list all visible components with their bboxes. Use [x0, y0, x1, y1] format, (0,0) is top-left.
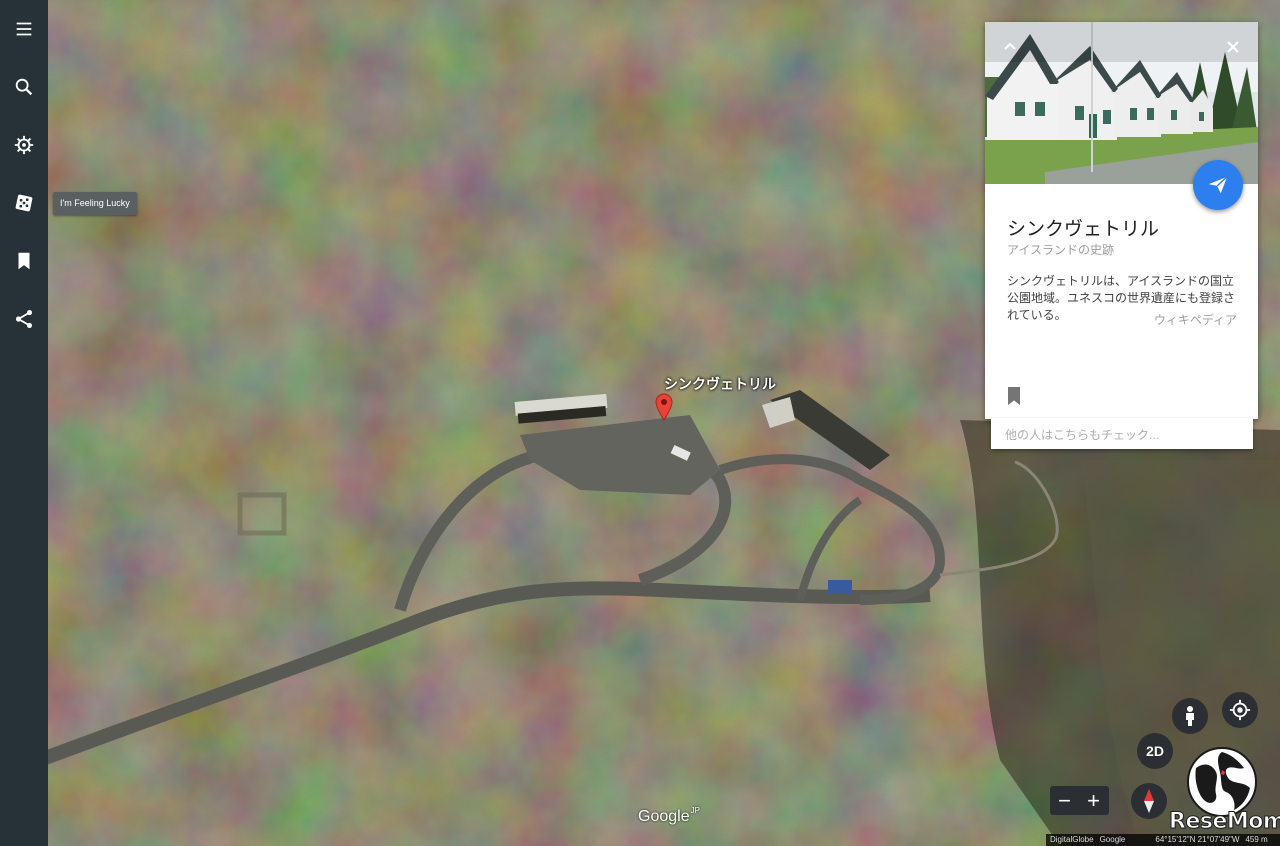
also-search-bar[interactable]: 他の人はこちらもチェック... — [991, 418, 1253, 449]
my-location-button[interactable] — [1222, 692, 1258, 728]
zoom-out-button[interactable]: − — [1050, 786, 1079, 815]
google-logo-region: JP — [690, 806, 700, 815]
google-logo-text: Google — [638, 808, 690, 825]
toggle-2d-button[interactable]: 2D — [1137, 733, 1173, 769]
share-button[interactable] — [0, 295, 48, 343]
fly-to-button[interactable] — [1193, 160, 1243, 210]
chevron-up-icon — [1004, 42, 1016, 50]
google-logo: GoogleJP — [638, 806, 700, 826]
close-card-button[interactable] — [1220, 34, 1246, 60]
attribution-digitalglobe[interactable]: DigitalGlobe — [1050, 834, 1094, 846]
map-footer: DigitalGlobe Google 64°15'12"N 21°07'49"… — [1046, 834, 1280, 846]
collapse-card-button[interactable] — [997, 34, 1023, 60]
location-target-icon — [1229, 699, 1251, 721]
compass-button[interactable] — [1131, 783, 1167, 819]
also-search-label: 他の人はこちらもチェック... — [1005, 428, 1160, 442]
bookmark-icon[interactable] — [1006, 386, 1022, 406]
close-icon — [1227, 41, 1239, 53]
zoom-control: − + — [1050, 786, 1109, 815]
my-places-button[interactable] — [0, 237, 48, 285]
left-navigation-rail — [0, 0, 48, 846]
pegman-icon — [1186, 706, 1194, 726]
feeling-lucky-tooltip: I'm Feeling Lucky — [53, 192, 137, 215]
place-pin-label[interactable]: シンクヴェトリル — [664, 374, 776, 394]
knowledge-card: シンクヴェトリル アイスランドの史跡 シンクヴェトリルは、アイスランドの国立公園… — [985, 22, 1258, 419]
voyager-button[interactable] — [0, 121, 48, 169]
altitude-readout: 459 m — [1245, 835, 1268, 844]
compass-icon — [1144, 789, 1154, 813]
dice-icon — [15, 194, 33, 212]
resemom-watermark: ReseMom — [1168, 809, 1280, 835]
zoom-in-button[interactable]: + — [1079, 786, 1108, 815]
voyager-icon — [14, 135, 34, 155]
coordinates-readout: 64°15'12"N 21°07'49"W — [1155, 835, 1240, 844]
menu-button[interactable] — [0, 5, 48, 53]
street-view-button[interactable] — [1172, 698, 1208, 734]
bookmark-icon — [18, 252, 30, 270]
search-button[interactable] — [0, 63, 48, 111]
menu-icon — [16, 22, 32, 36]
place-subtitle: アイスランドの史跡 — [1007, 243, 1115, 257]
place-title: シンクヴェトリル — [1007, 219, 1160, 240]
search-icon — [15, 78, 33, 96]
globe-icon[interactable] — [1186, 746, 1258, 818]
feeling-lucky-button[interactable] — [0, 179, 48, 227]
map-pin-icon[interactable] — [655, 393, 673, 421]
attribution-google[interactable]: Google — [1100, 834, 1126, 846]
wikipedia-link[interactable]: ウィキペディア — [1154, 311, 1237, 328]
paper-plane-icon — [1208, 176, 1228, 194]
share-icon — [15, 310, 33, 328]
